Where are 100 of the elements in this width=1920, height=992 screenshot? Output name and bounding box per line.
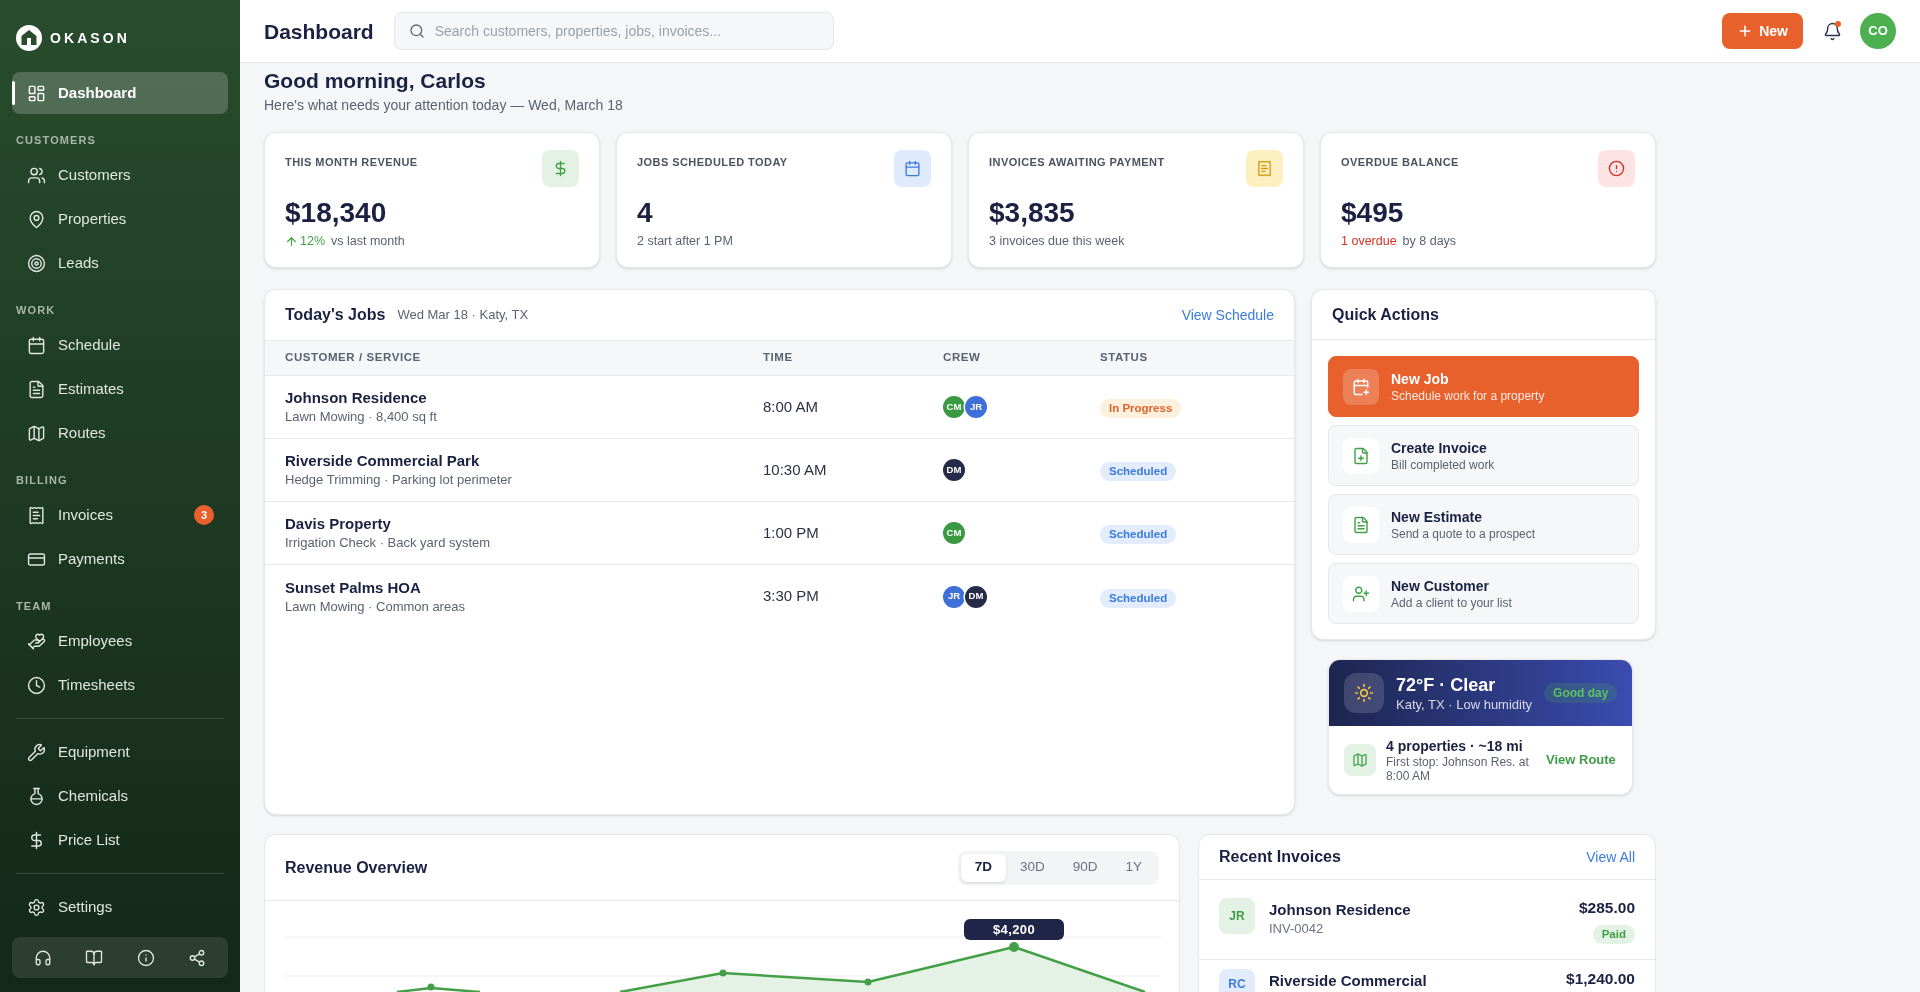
data-point bbox=[864, 978, 872, 986]
quick-action-button[interactable]: New Estimate Send a quote to a prospect bbox=[1328, 494, 1639, 555]
book-icon[interactable] bbox=[85, 948, 104, 967]
document-icon bbox=[1343, 506, 1379, 543]
overdue-count: 1 overdue bbox=[1341, 233, 1397, 250]
data-point bbox=[1009, 942, 1019, 952]
invoice-amount: $285.00 bbox=[1578, 898, 1635, 918]
crew-avatar: JR bbox=[943, 585, 965, 608]
nav-item[interactable]: Invoices 3 bbox=[12, 494, 228, 536]
info-icon[interactable] bbox=[136, 948, 155, 967]
dollar-icon bbox=[542, 150, 579, 187]
service-detail: Lawn Mowing · 8,400 sq ft bbox=[285, 408, 437, 426]
range-tab[interactable]: 1Y bbox=[1111, 853, 1156, 882]
value-tooltip: $4,200 bbox=[964, 919, 1064, 940]
customer-name: Davis Property bbox=[285, 514, 391, 534]
nav-item[interactable]: Employees bbox=[12, 620, 228, 662]
status-badge: Paid bbox=[1592, 925, 1635, 945]
sun-icon bbox=[1344, 673, 1384, 713]
receipt-icon bbox=[1246, 150, 1283, 187]
weather-badge: Good day bbox=[1544, 683, 1618, 703]
share-icon[interactable] bbox=[188, 948, 206, 967]
view-all-link[interactable]: View All bbox=[1586, 846, 1635, 868]
pin-icon bbox=[27, 209, 46, 229]
search-icon bbox=[408, 23, 425, 39]
status-badge: Scheduled bbox=[1100, 588, 1177, 608]
nav-item[interactable]: Settings bbox=[12, 886, 228, 928]
alert-icon bbox=[1598, 150, 1635, 187]
customer-name: Sunset Palms HOA bbox=[285, 577, 421, 598]
target-icon bbox=[27, 253, 46, 273]
stat-value: $18,340 bbox=[285, 197, 387, 229]
data-point bbox=[427, 983, 435, 991]
search-field[interactable]: Search customers, properties, jobs, invoices... bbox=[393, 12, 834, 50]
stat-value: $495 bbox=[1341, 197, 1404, 229]
nav-item[interactable]: Chemicals bbox=[12, 775, 228, 817]
stat-note: by 8 days bbox=[1402, 233, 1457, 250]
nav-item[interactable]: Schedule bbox=[12, 324, 228, 366]
stat-value: $3,835 bbox=[989, 197, 1075, 229]
nav-item[interactable]: Properties bbox=[12, 198, 228, 240]
stat-note: vs last month bbox=[331, 233, 405, 250]
receipt-icon bbox=[27, 505, 46, 525]
quick-action-button[interactable]: New Customer Add a client to your list bbox=[1328, 563, 1639, 624]
initials-avatar: JR bbox=[1219, 898, 1255, 934]
nav-item[interactable]: Price List bbox=[12, 819, 228, 861]
service-detail: Irrigation Check · Back yard system bbox=[285, 534, 491, 552]
job-time: 8:00 AM bbox=[763, 396, 819, 417]
invoice-number: INV-0042 bbox=[1269, 920, 1324, 938]
column-header: STATUS bbox=[1100, 350, 1148, 366]
status-badge: Scheduled bbox=[1100, 462, 1177, 482]
logo-icon bbox=[16, 24, 42, 51]
calendar-icon bbox=[27, 335, 46, 355]
greeting-subtitle: Here's what needs your attention today — Wed, March 18 bbox=[264, 96, 623, 115]
section-label: TEAM bbox=[15, 599, 52, 613]
card-title: Quick Actions bbox=[1332, 304, 1439, 325]
column-header: TIME bbox=[763, 350, 793, 366]
range-tab[interactable]: 7D bbox=[960, 853, 1006, 882]
job-time: 1:00 PM bbox=[763, 522, 819, 543]
quick-action-button[interactable]: Create Invoice Bill completed work bbox=[1328, 425, 1639, 486]
nav-item[interactable]: Routes bbox=[12, 412, 228, 454]
status-badge: Scheduled bbox=[1100, 525, 1177, 545]
crew-avatar: CM bbox=[943, 522, 965, 544]
arrow-up-icon bbox=[285, 234, 298, 248]
card-title: Recent Invoices bbox=[1219, 847, 1341, 867]
view-schedule-link[interactable]: View Schedule bbox=[1181, 304, 1274, 326]
section-label: WORK bbox=[15, 303, 56, 317]
file-plus-icon bbox=[1343, 437, 1379, 474]
nav-item[interactable]: Estimates bbox=[12, 368, 228, 410]
customer-name: Riverside Commercial Park bbox=[285, 451, 480, 471]
document-icon bbox=[27, 379, 46, 399]
settings-icon bbox=[27, 897, 46, 917]
calendar-plus-icon bbox=[1343, 368, 1379, 405]
nav-item[interactable]: Payments bbox=[12, 538, 228, 580]
stat-label: OVERDUE BALANCE bbox=[1341, 155, 1459, 170]
column-header: CREW bbox=[943, 350, 981, 366]
nav-item[interactable]: Dashboard bbox=[12, 72, 228, 114]
hand-heart-icon bbox=[27, 631, 46, 651]
initials-avatar: RC bbox=[1219, 969, 1255, 992]
nav-item[interactable]: Customers bbox=[12, 154, 228, 196]
headphones-icon[interactable] bbox=[34, 948, 52, 967]
weather-location: Katy, TX · Low humidity bbox=[1396, 695, 1533, 713]
crew-avatar: DM bbox=[943, 459, 965, 481]
user-plus-icon bbox=[1343, 575, 1379, 612]
stat-label: JOBS SCHEDULED TODAY bbox=[637, 155, 788, 170]
trend-value: 12% bbox=[300, 233, 326, 250]
crew-avatar: CM bbox=[943, 396, 965, 418]
customer-name: Johnson Residence bbox=[1269, 900, 1411, 920]
greeting-title: Good morning, Carlos bbox=[264, 68, 486, 94]
stat-value: 4 bbox=[637, 197, 653, 229]
people-icon bbox=[27, 165, 46, 185]
section-label: BILLING bbox=[15, 473, 68, 487]
route-summary: 4 properties · ~18 mi bbox=[1386, 737, 1523, 755]
customer-name: Johnson Residence bbox=[285, 388, 427, 408]
bell-icon[interactable] bbox=[1822, 21, 1842, 41]
range-tab[interactable]: 30D bbox=[1005, 853, 1059, 882]
route-detail: First stop: Johnson Res. at 8:00 AM bbox=[1386, 755, 1530, 783]
nav-item[interactable]: Equipment bbox=[12, 731, 228, 773]
flask-icon bbox=[27, 786, 46, 806]
nav-item[interactable]: Timesheets bbox=[12, 664, 228, 706]
range-tab[interactable]: 90D bbox=[1058, 853, 1112, 882]
crew-avatar: JR bbox=[965, 396, 987, 418]
nav-item[interactable]: Leads bbox=[12, 242, 228, 284]
